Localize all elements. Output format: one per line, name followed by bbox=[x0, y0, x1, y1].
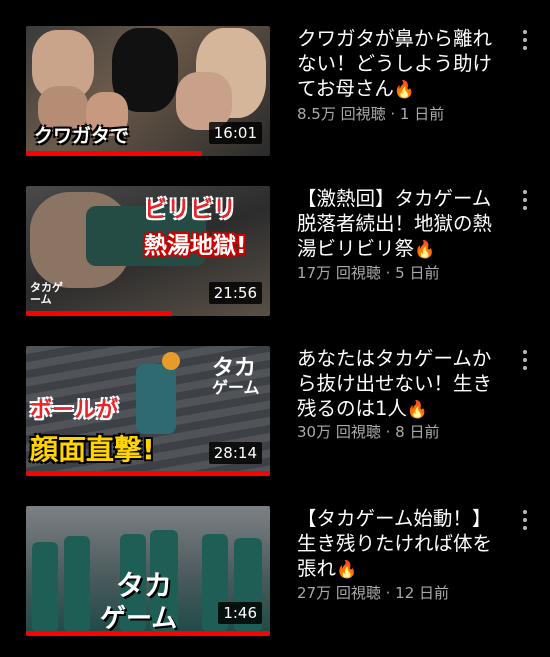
video-item[interactable]: ビリビリ 熱湯地獄! タカゲーム 21:56 【激熱回】タカゲーム脱落者続出！地… bbox=[0, 186, 550, 336]
video-meta: 8.5万 回視聴 · 1 日前 bbox=[297, 105, 445, 123]
video-meta: 30万 回視聴 · 8 日前 bbox=[297, 423, 440, 441]
video-thumbnail[interactable]: ビリビリ 熱湯地獄! タカゲーム 21:56 bbox=[26, 186, 270, 316]
watch-progress-bar bbox=[26, 471, 270, 476]
watch-progress-bar bbox=[26, 631, 270, 636]
thumbnail-caption: クワガタで bbox=[34, 125, 130, 147]
more-options-icon[interactable] bbox=[520, 190, 530, 214]
thumbnail-caption-bottom: 熱湯地獄! bbox=[144, 233, 247, 259]
video-thumbnail[interactable]: ボールが 顔面直撃! タカ ゲーム 28:14 bbox=[26, 346, 270, 476]
channel-logo-bottom: ゲーム bbox=[212, 378, 260, 397]
more-options-icon[interactable] bbox=[520, 30, 530, 54]
video-meta: 27万 回視聴 · 12 日前 bbox=[297, 584, 450, 602]
channel-logo-bottom: ゲーム bbox=[100, 604, 178, 634]
video-item[interactable]: ボールが 顔面直撃! タカ ゲーム 28:14 あなたはタカゲームから抜け出せな… bbox=[0, 346, 550, 496]
watch-progress-bar bbox=[26, 151, 202, 156]
watch-progress-bar bbox=[26, 311, 173, 316]
duration-badge: 28:14 bbox=[208, 442, 262, 464]
fire-icon: 🔥 bbox=[336, 560, 358, 580]
video-meta: 17万 回視聴 · 5 日前 bbox=[297, 264, 440, 282]
video-title[interactable]: 【激熱回】タカゲーム脱落者続出！地獄の熱湯ビリビリ祭🔥 bbox=[297, 186, 502, 263]
video-title[interactable]: あなたはタカゲームから抜け出せない！生き残るのは1人🔥 bbox=[297, 346, 502, 423]
duration-badge: 1:46 bbox=[218, 602, 262, 624]
thumbnail-caption-bottom: 顔面直撃! bbox=[30, 433, 155, 466]
thumbnail-caption-top: ビリビリ bbox=[144, 197, 236, 223]
fire-icon: 🔥 bbox=[406, 400, 429, 420]
duration-badge: 16:01 bbox=[208, 122, 262, 144]
more-options-icon[interactable] bbox=[520, 350, 530, 374]
more-options-icon[interactable] bbox=[520, 510, 530, 534]
channel-logo: タカゲーム bbox=[30, 281, 63, 306]
video-item[interactable]: タカ ゲーム 1:46 【タカゲーム始動！】生き残りたければ体を張れ🔥 27万 … bbox=[0, 506, 550, 656]
video-title[interactable]: クワガタが鼻から離れない！どうしよう助けてお母さん🔥 bbox=[297, 26, 502, 103]
video-title[interactable]: 【タカゲーム始動！】生き残りたければ体を張れ🔥 bbox=[297, 506, 502, 583]
video-thumbnail[interactable]: タカ ゲーム 1:46 bbox=[26, 506, 270, 636]
video-thumbnail[interactable]: クワガタで 16:01 bbox=[26, 26, 270, 156]
fire-icon: 🔥 bbox=[414, 240, 436, 260]
duration-badge: 21:56 bbox=[208, 282, 262, 304]
video-item[interactable]: クワガタで 16:01 クワガタが鼻から離れない！どうしよう助けてお母さん🔥 8… bbox=[0, 26, 550, 176]
fire-icon: 🔥 bbox=[393, 80, 416, 100]
thumbnail-caption-top: ボールが bbox=[30, 398, 119, 423]
